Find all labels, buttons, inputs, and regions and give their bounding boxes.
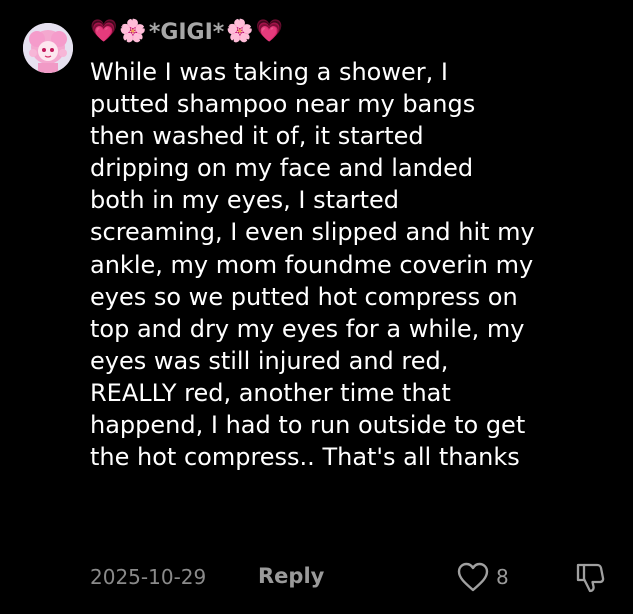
comment-item: 💗 🌸 *GIGI* 🌸 💗 While I was taking a show… (0, 0, 633, 614)
comment-actions: 2025-10-29 Reply 8 (90, 561, 620, 595)
avatar[interactable] (23, 23, 73, 73)
dislike-button[interactable] (574, 561, 606, 600)
cherry-blossom-emoji-icon: 🌸 (226, 19, 254, 44)
heart-outline-icon (457, 562, 489, 592)
reply-button[interactable]: Reply (258, 564, 324, 588)
username[interactable]: 💗 🌸 *GIGI* 🌸 💗 (90, 14, 283, 50)
comment-text: While I was taking a shower, I putted sh… (90, 58, 535, 472)
thumbs-down-icon (576, 563, 605, 593)
like-button[interactable]: 8 (456, 561, 509, 593)
like-count: 8 (496, 565, 509, 589)
heart-emoji-icon: 💗 (90, 19, 118, 44)
anime-girl-avatar-icon (23, 23, 73, 73)
comment-date: 2025-10-29 (90, 565, 207, 589)
username-text: *GIGI* (148, 19, 225, 45)
cherry-blossom-emoji-icon: 🌸 (119, 19, 147, 44)
heart-emoji-icon: 💗 (255, 19, 284, 44)
